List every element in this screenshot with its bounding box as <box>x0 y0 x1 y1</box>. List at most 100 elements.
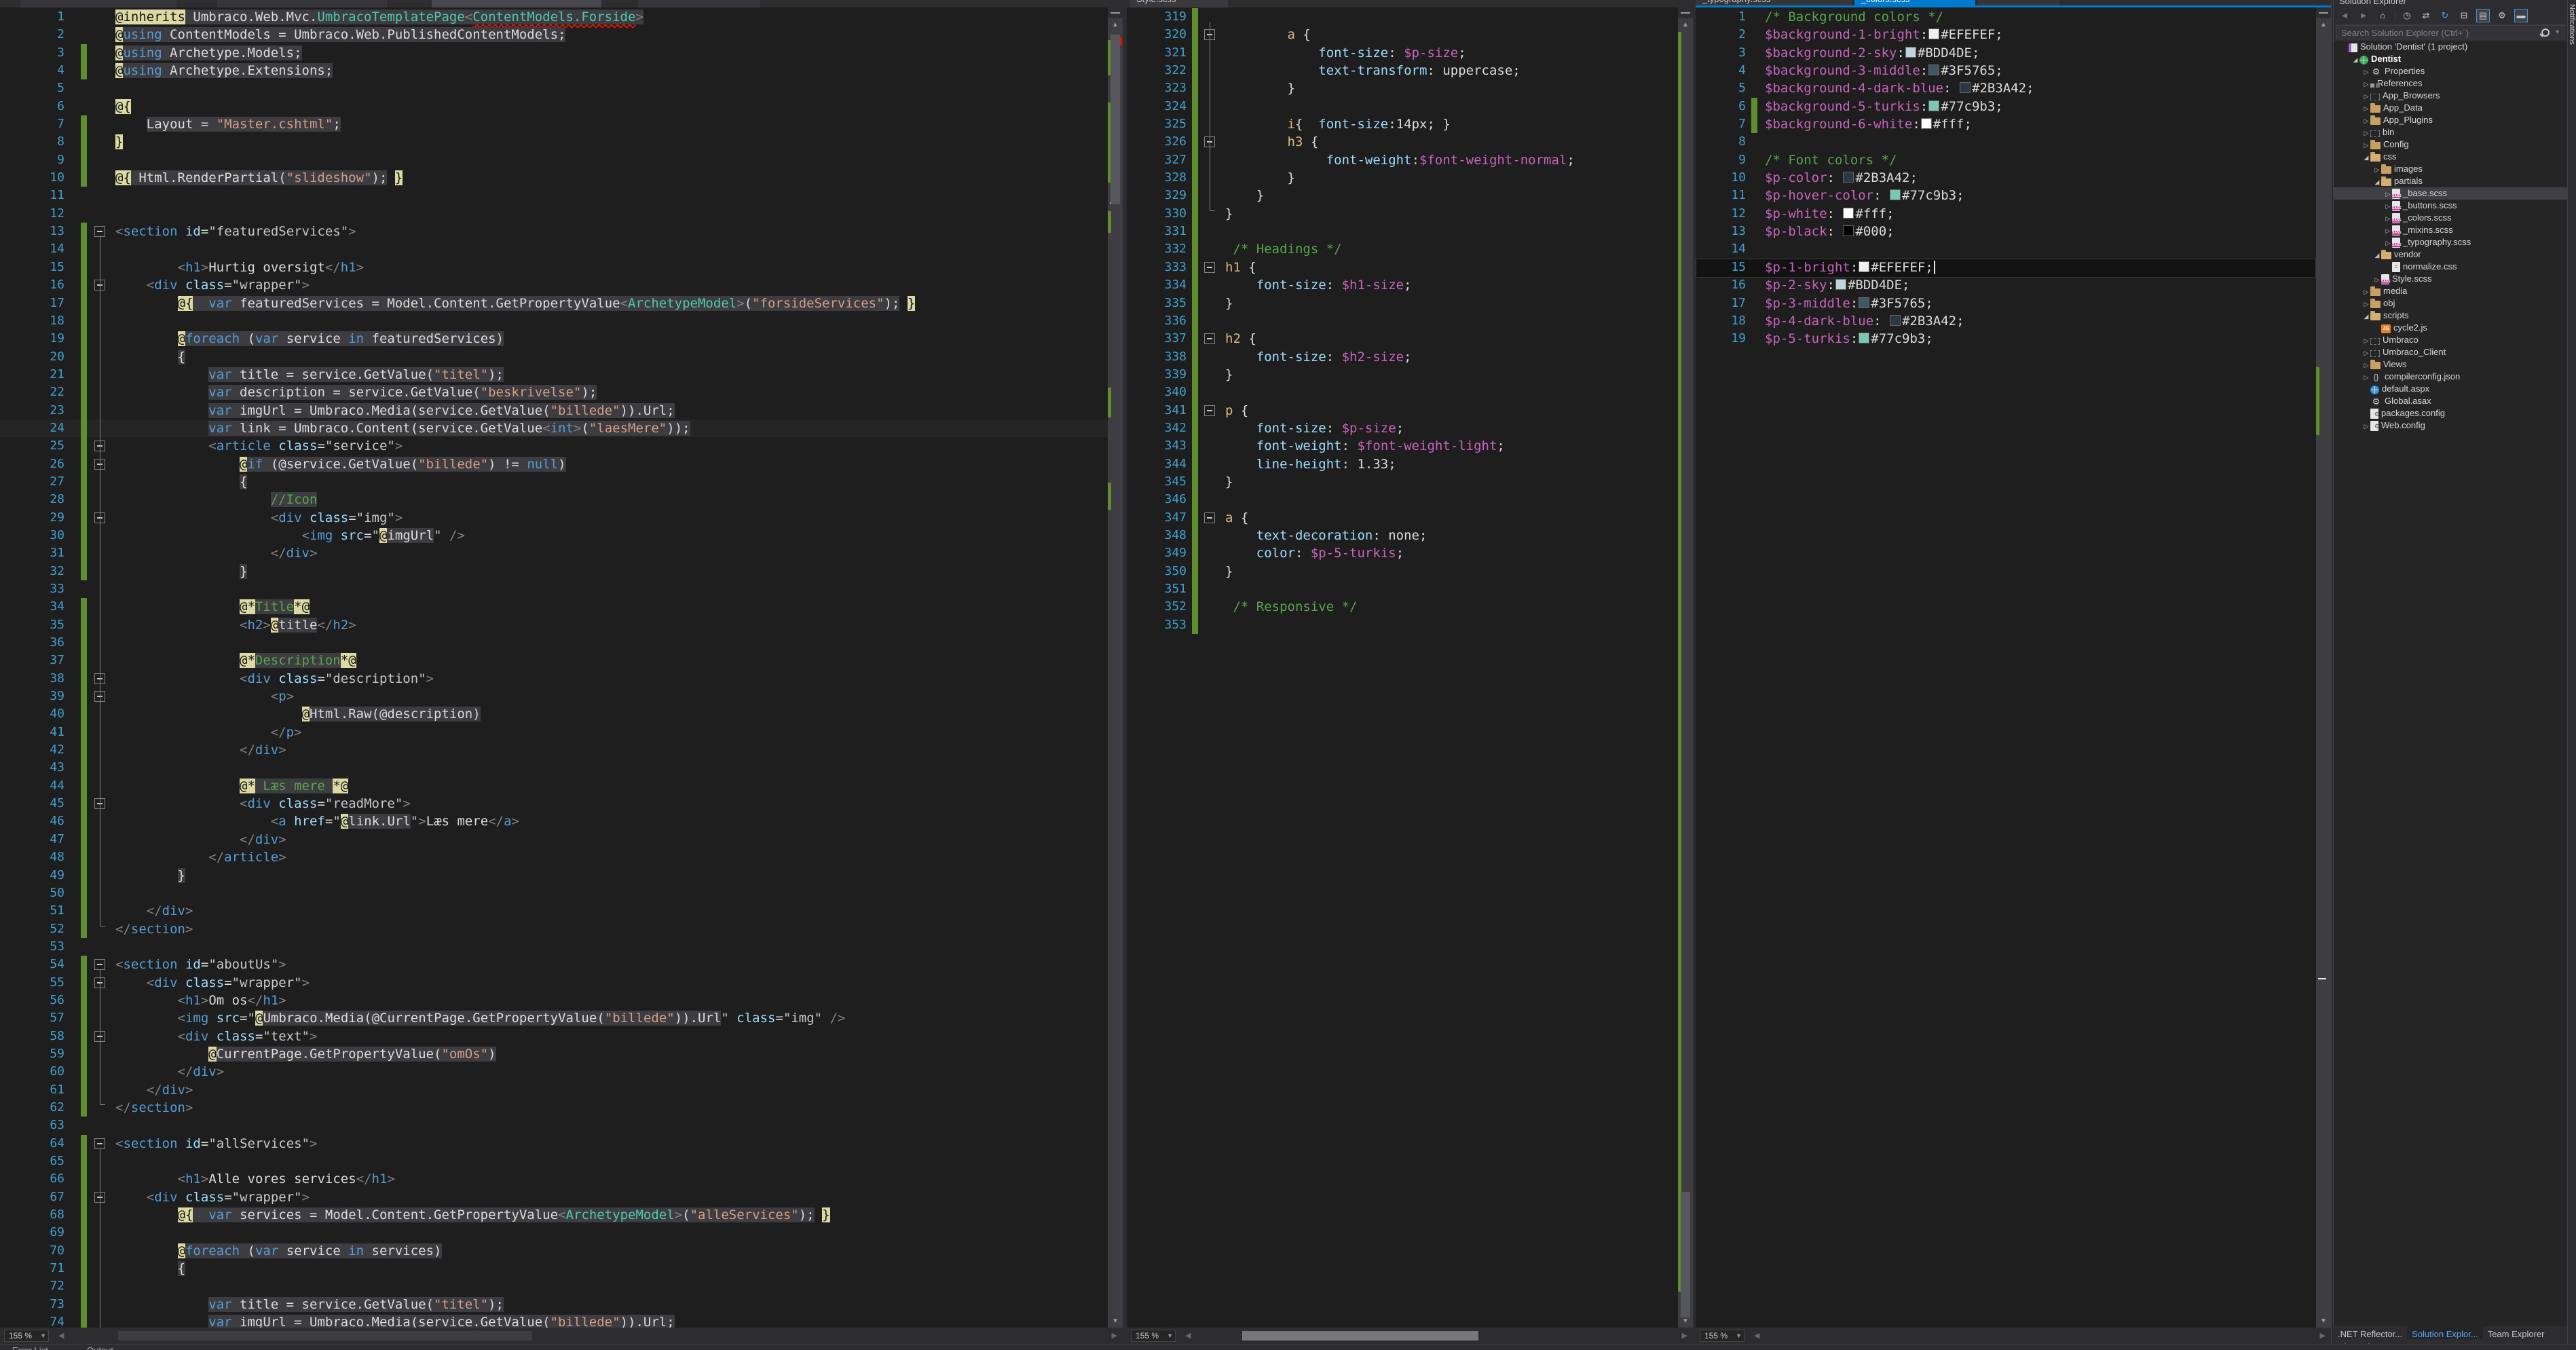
code-line[interactable]: 4$background-3-middle:#3F5765; <box>1696 62 2316 79</box>
tree-item[interactable]: ▷Style.scss <box>2334 273 2568 285</box>
vertical-scrollbar[interactable]: ▲▼ <box>1108 7 1123 1328</box>
expand-arrow[interactable]: ▷ <box>2362 335 2370 347</box>
code-editor-right[interactable]: 1/* Background colors */2$background-1-b… <box>1696 7 2316 1328</box>
code-line[interactable]: 1/* Background colors */ <box>1696 8 2316 26</box>
scroll-up-icon[interactable]: ▲ <box>2316 21 2331 29</box>
fold-toggle[interactable] <box>94 226 105 237</box>
code-editor-middle[interactable]: 319320 a {321 font-size: $p-size;322 tex… <box>1127 7 1678 1328</box>
expand-arrow[interactable]: ▷ <box>2362 298 2370 310</box>
tree-item[interactable]: ▷Config <box>2334 138 2568 151</box>
tool-window-tab[interactable]: .NET Reflector... <box>2333 1326 2407 1339</box>
back-icon[interactable]: ◄ <box>2338 9 2351 22</box>
expand-arrow[interactable]: ▷ <box>2362 66 2370 78</box>
code-line[interactable]: 27 { <box>0 473 1108 491</box>
code-line[interactable]: 339} <box>1127 366 1678 383</box>
code-line[interactable]: 35 <h2>@title</h2> <box>0 616 1108 634</box>
code-line[interactable]: 348 text-decoration: none; <box>1127 527 1678 544</box>
expand-arrow[interactable]: ▷ <box>2362 139 2370 151</box>
code-line[interactable]: 8} <box>0 133 1108 151</box>
code-line[interactable]: 50 <box>0 884 1108 902</box>
code-line[interactable]: 346 <box>1127 491 1678 508</box>
code-line[interactable]: 29 <div class="img"> <box>0 509 1108 527</box>
code-line[interactable]: 11$p-hover-color: #77c9b3; <box>1696 187 2316 204</box>
scroll-right-icon[interactable]: ▶ <box>1682 1330 1687 1342</box>
scroll-down-icon[interactable]: ▼ <box>1678 1317 1693 1326</box>
tree-item[interactable]: ▷References <box>2334 77 2568 90</box>
scrollbar-thumb[interactable] <box>118 1331 532 1340</box>
code-line[interactable]: 59 @CurrentPage.GetPropertyValue("omOs") <box>0 1045 1108 1063</box>
document-tab[interactable] <box>638 0 760 7</box>
code-line[interactable]: 33 <box>0 580 1108 598</box>
zoom-level-dropdown[interactable]: 155 %▼ <box>1700 1330 1744 1342</box>
expand-arrow[interactable]: ▷ <box>2362 286 2370 298</box>
horizontal-scrollbar[interactable]: ◀▶ <box>1753 1330 2327 1342</box>
tree-item[interactable]: ▷_buttons.scss <box>2334 200 2568 212</box>
code-line[interactable]: 11 <box>0 187 1108 204</box>
code-line[interactable]: 18 <box>0 312 1108 330</box>
code-line[interactable]: 331 <box>1127 223 1678 240</box>
code-line[interactable]: 56 <h1>Om os</h1> <box>0 992 1108 1009</box>
code-line[interactable]: 9/* Font colors */ <box>1696 151 2316 169</box>
code-line[interactable]: 16 <div class="wrapper"> <box>0 276 1108 294</box>
expand-arrow[interactable]: ▷ <box>2362 359 2370 371</box>
expand-arrow[interactable]: ▷ <box>2362 420 2370 432</box>
code-line[interactable]: 14 <box>0 240 1108 258</box>
code-line[interactable]: 1@inherits Umbraco.Web.Mvc.UmbracoTempla… <box>0 8 1108 26</box>
scroll-up-icon[interactable]: ▲ <box>1678 21 1693 29</box>
search-input[interactable]: Search Solution Explorer (Ctrl+¨) ▼ <box>2336 25 2565 39</box>
scrollbar-thumb[interactable] <box>1110 35 1120 204</box>
document-tab[interactable]: Style.scss <box>1130 0 1228 7</box>
code-line[interactable]: 334 font-size: $h1-size; <box>1127 276 1678 294</box>
code-line[interactable]: 3@using Archetype.Models; <box>0 44 1108 62</box>
tree-item[interactable]: ▷_base.scss <box>2334 187 2568 200</box>
code-line[interactable]: 349 color: $p-5-turkis; <box>1127 544 1678 562</box>
tree-item[interactable]: Solution 'Dentist' (1 project) <box>2334 41 2568 53</box>
code-line[interactable]: 343 font-weight: $font-weight-light; <box>1127 437 1678 455</box>
code-line[interactable]: 17$p-3-middle:#3F5765; <box>1696 295 2316 312</box>
code-line[interactable]: 49 } <box>0 867 1108 884</box>
expand-arrow[interactable]: ◢ <box>2362 151 2370 164</box>
properties-icon[interactable]: ⚙ <box>2495 9 2509 22</box>
code-line[interactable]: 8 <box>1696 133 2316 151</box>
expand-arrow[interactable]: ▷ <box>2362 127 2370 139</box>
code-line[interactable]: 337h2 { <box>1127 330 1678 348</box>
code-line[interactable]: 7 Layout = "Master.cshtml"; <box>0 115 1108 133</box>
code-line[interactable]: 46 <a href="@link.Url">Læs mere</a> <box>0 812 1108 830</box>
tree-item[interactable]: ▷⚙Properties <box>2334 65 2568 77</box>
output-tab[interactable]: Output <box>87 1345 113 1350</box>
expand-arrow[interactable]: ▷ <box>2362 371 2370 383</box>
fold-toggle[interactable] <box>94 959 105 970</box>
code-line[interactable]: 332 /* Headings */ <box>1127 240 1678 258</box>
code-line[interactable]: 61 </div> <box>0 1081 1108 1099</box>
code-line[interactable]: 13<section id="featuredServices"> <box>0 223 1108 240</box>
code-line[interactable]: 21 var title = service.GetValue("titel")… <box>0 366 1108 383</box>
code-line[interactable]: 30 <img src="@imgUrl" /> <box>0 527 1108 544</box>
sync-with-active-document-icon[interactable]: ⇄ <box>2419 9 2433 22</box>
code-line[interactable]: 26 @if (@service.GetValue("billede") != … <box>0 455 1108 473</box>
code-line[interactable]: 53 <box>0 938 1108 956</box>
chevron-down-icon[interactable]: ▼ <box>2554 29 2560 35</box>
code-line[interactable]: 23 var imgUrl = Umbraco.Media(service.Ge… <box>0 402 1108 419</box>
expand-arrow[interactable]: ▷ <box>2362 102 2370 115</box>
code-line[interactable]: 22 var description = service.GetValue("b… <box>0 383 1108 401</box>
fold-toggle[interactable] <box>1204 512 1215 523</box>
code-line[interactable]: 5 <box>0 79 1108 97</box>
code-line[interactable]: 2$background-1-bright:#EFEFEF; <box>1696 26 2316 43</box>
code-line[interactable]: 12$p-white: #fff; <box>1696 205 2316 223</box>
code-line[interactable]: 3$background-2-sky:#BDD4DE; <box>1696 44 2316 62</box>
scroll-right-icon[interactable]: ▶ <box>2320 1330 2326 1342</box>
code-line[interactable]: 333h1 { <box>1127 259 1678 276</box>
code-line[interactable]: 34 @*Title*@ <box>0 598 1108 616</box>
code-line[interactable]: 13$p-black: #000; <box>1696 223 2316 240</box>
fold-toggle[interactable] <box>94 1138 105 1149</box>
expand-arrow[interactable]: ▷ <box>2384 188 2392 200</box>
code-line[interactable]: 31 </div> <box>0 544 1108 562</box>
code-line[interactable]: 43 <box>0 759 1108 776</box>
code-line[interactable]: 15 <h1>Hurtig oversigt</h1> <box>0 259 1108 276</box>
code-line[interactable]: 28 //Icon <box>0 491 1108 508</box>
code-line[interactable]: 18$p-4-dark-blue: #2B3A42; <box>1696 312 2316 330</box>
expand-arrow[interactable]: ▷ <box>2362 78 2370 90</box>
tree-item[interactable]: ▷App_Plugins <box>2334 114 2568 126</box>
code-line[interactable]: 344 line-height: 1.33; <box>1127 455 1678 473</box>
document-tab[interactable] <box>217 0 387 7</box>
